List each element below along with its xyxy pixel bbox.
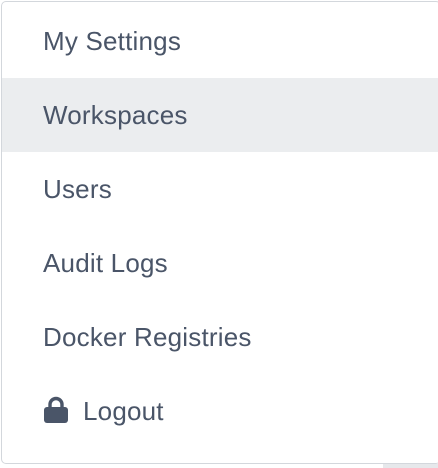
menu-item-docker-registries[interactable]: Docker Registries: [2, 300, 438, 374]
menu-item-label: Docker Registries: [43, 321, 252, 352]
menu-item-label: Workspaces: [43, 99, 188, 130]
menu-item-label: Audit Logs: [43, 247, 168, 278]
menu-item-audit-logs[interactable]: Audit Logs: [2, 226, 438, 300]
background-strip: [383, 464, 438, 468]
lock-icon: [43, 396, 69, 424]
menu-item-label: Logout: [83, 395, 164, 426]
menu-item-workspaces[interactable]: Workspaces: [2, 78, 438, 152]
user-dropdown-menu: My Settings Workspaces Users Audit Logs …: [1, 1, 438, 464]
menu-item-logout[interactable]: Logout: [2, 374, 438, 448]
menu-item-my-settings[interactable]: My Settings: [2, 4, 438, 78]
menu-item-label: My Settings: [43, 25, 182, 56]
menu-item-users[interactable]: Users: [2, 152, 438, 226]
menu-item-label: Users: [43, 173, 112, 204]
